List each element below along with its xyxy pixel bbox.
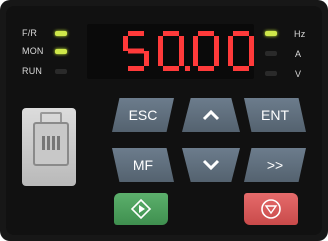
up-button[interactable]: [182, 98, 240, 132]
frequency-display: [87, 24, 254, 79]
display-segment: [123, 36, 128, 51]
run-button[interactable]: [114, 193, 168, 225]
display-segment: [233, 66, 249, 71]
display-segment: [128, 48, 144, 54]
v-led: [265, 71, 277, 76]
indicator-label-mon: MON: [22, 46, 44, 56]
down-button[interactable]: [182, 148, 240, 182]
unit-label-a: A: [295, 49, 302, 59]
display-segment: [179, 51, 184, 66]
display-segment: [128, 66, 144, 71]
display-segment: [193, 36, 198, 51]
display-segment: [249, 51, 254, 66]
rj45-port-icon: [22, 108, 76, 186]
display-segment: [214, 36, 219, 51]
mf-button[interactable]: MF: [112, 148, 174, 182]
unit-label-v: V: [295, 69, 302, 79]
fr-led: [55, 31, 67, 36]
indicator-label-fr: F/R: [22, 28, 38, 38]
shift-button[interactable]: >>: [244, 148, 306, 182]
display-segment: [198, 31, 214, 36]
port-socket: [33, 122, 69, 166]
run-icon: [130, 198, 152, 220]
stop-button[interactable]: [244, 193, 298, 225]
hz-led: [265, 31, 277, 36]
display-segment: [179, 36, 184, 51]
display-segment: [198, 66, 214, 71]
display-segment: [144, 51, 149, 66]
decimal-point: [185, 66, 190, 71]
display-segment: [233, 31, 249, 36]
up-arrow-icon: [202, 109, 220, 121]
down-arrow-icon: [202, 159, 220, 171]
display-segment: [163, 66, 179, 71]
display-segment: [228, 51, 233, 66]
display-segment: [193, 51, 198, 66]
ent-button[interactable]: ENT: [244, 98, 306, 132]
mon-led: [55, 49, 67, 54]
display-segment: [163, 31, 179, 36]
stop-icon: [261, 199, 281, 219]
unit-label-hz: Hz: [294, 29, 306, 39]
display-segment: [214, 51, 219, 66]
seven-segment-readout: [123, 31, 254, 71]
a-led: [265, 51, 277, 56]
display-segment: [158, 36, 163, 51]
run-led: [55, 69, 67, 74]
esc-button[interactable]: ESC: [112, 98, 174, 132]
display-segment: [228, 36, 233, 51]
display-segment: [249, 36, 254, 51]
keypad-panel: F/R MON RUN Hz A V ESC ENT MF >>: [0, 0, 328, 241]
display-segment: [158, 51, 163, 66]
indicator-label-run: RUN: [22, 66, 43, 76]
display-segment: [128, 31, 144, 36]
